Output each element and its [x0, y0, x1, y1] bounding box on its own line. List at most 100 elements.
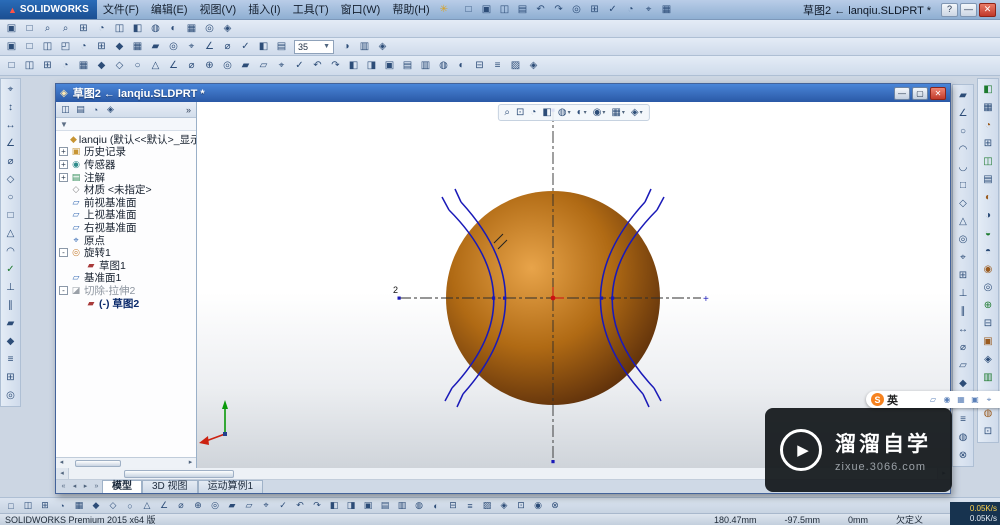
feature-tool-icon-10[interactable]: ⌀: [183, 58, 200, 73]
expander-icon[interactable]: +: [59, 159, 68, 169]
sketch-tool-icon-1[interactable]: □: [21, 39, 38, 54]
tab-last-icon[interactable]: »: [91, 481, 102, 493]
view-tool-icon-3[interactable]: ⌕: [57, 21, 74, 36]
main-window-close-button[interactable]: ✕: [979, 2, 996, 17]
sketch-tool-icon-3[interactable]: ◰: [57, 39, 74, 54]
sketch-strip-icon-5[interactable]: □: [954, 178, 972, 193]
menu-item-2[interactable]: 视图(V): [194, 0, 243, 19]
sketch-strip-icon-4[interactable]: ◡: [954, 160, 972, 175]
quick-access-icon-0[interactable]: □: [460, 2, 477, 17]
panel-tab-icon-0[interactable]: ◫: [58, 103, 73, 116]
sketch-strip-icon-16[interactable]: ◆: [954, 376, 972, 391]
snap-tool-icon-28[interactable]: ▨: [479, 499, 495, 512]
right-tool-icon-19[interactable]: ⊡: [979, 424, 997, 439]
feature-tool-icon-0[interactable]: □: [3, 58, 20, 73]
feature-tool-icon-1[interactable]: ◫: [21, 58, 38, 73]
feature-tool-icon-11[interactable]: ⊕: [201, 58, 218, 73]
feature-tool-icon-28[interactable]: ▨: [507, 58, 524, 73]
main-window-btn-0-button[interactable]: ?: [941, 2, 958, 17]
feature-tool-icon-24[interactable]: ◍: [435, 58, 452, 73]
view-tool-icon-0[interactable]: ▣: [3, 21, 20, 36]
sketch-strip-icon-9[interactable]: ⌖: [954, 250, 972, 265]
expander-icon[interactable]: +: [59, 172, 68, 182]
menu-item-5[interactable]: 窗口(W): [335, 0, 387, 19]
sketch-strip-icon-3[interactable]: ◠: [954, 142, 972, 157]
expander-icon[interactable]: -: [59, 248, 68, 258]
snap-tool-icon-14[interactable]: ▱: [241, 499, 257, 512]
snap-tool-icon-4[interactable]: ▦: [71, 499, 87, 512]
snap-tool-icon-9[interactable]: ∠: [156, 499, 172, 512]
snap-tool-icon-0[interactable]: □: [3, 499, 19, 512]
sketch-tool-icon-14[interactable]: ◧: [255, 39, 272, 54]
feature-tool-icon-18[interactable]: ↷: [327, 58, 344, 73]
snap-tool-icon-26[interactable]: ⊟: [445, 499, 461, 512]
ime-tool-icon-0[interactable]: ▱: [927, 394, 939, 406]
sketch-strip-icon-20[interactable]: ⊗: [954, 448, 972, 463]
ime-toolbar[interactable]: S 英 ▱ ◉ ▦ ▣ ⌖: [866, 391, 1000, 408]
sketch-tool-icon-6[interactable]: ◆: [111, 39, 128, 54]
snap-tool-icon-32[interactable]: ⊗: [547, 499, 563, 512]
right-tool-icon-12[interactable]: ⊕: [979, 298, 997, 313]
hud-button-1[interactable]: ⊡: [514, 107, 526, 118]
view-tool-icon-4[interactable]: ⊞: [75, 21, 92, 36]
scroll-left-icon[interactable]: ◂: [56, 468, 69, 479]
feature-tool-icon-16[interactable]: ✓: [291, 58, 308, 73]
ime-tool-icon-3[interactable]: ▣: [969, 394, 981, 406]
sogou-logo-icon[interactable]: S: [871, 393, 884, 406]
panel-tab-icon-1[interactable]: ▤: [73, 103, 88, 116]
panel-horizontal-scrollbar[interactable]: ◂ ▸: [56, 457, 196, 468]
snap-tool-icon-30[interactable]: ⊡: [513, 499, 529, 512]
left-tool-icon-13[interactable]: ▰: [2, 316, 20, 331]
view-tool-icon-8[interactable]: ◍: [147, 21, 164, 36]
right-tool-icon-14[interactable]: ▣: [979, 334, 997, 349]
right-tool-icon-16[interactable]: ▥: [979, 370, 997, 385]
sketch-strip-icon-6[interactable]: ◇: [954, 196, 972, 211]
expander-icon[interactable]: +: [59, 147, 68, 157]
sketch-tool-icon-12[interactable]: ⌀: [219, 39, 236, 54]
right-tool-icon-13[interactable]: ⊟: [979, 316, 997, 331]
snap-tool-icon-19[interactable]: ◧: [326, 499, 342, 512]
left-tool-icon-16[interactable]: ⊞: [2, 370, 20, 385]
feature-tool-icon-21[interactable]: ▣: [381, 58, 398, 73]
dimension-label[interactable]: 2: [393, 285, 398, 295]
doc-window-btn-0-button[interactable]: —: [894, 86, 910, 100]
right-tool-icon-15[interactable]: ◈: [979, 352, 997, 367]
doc-window-btn-1-button[interactable]: ▢: [912, 86, 928, 100]
tab-prev-icon[interactable]: ◂: [69, 481, 80, 493]
snap-tool-icon-13[interactable]: ▰: [224, 499, 240, 512]
sketch-origin-point[interactable]: [550, 295, 556, 301]
snap-tool-icon-12[interactable]: ◎: [207, 499, 223, 512]
hud-button-5[interactable]: ◐ ▾: [575, 107, 589, 118]
snap-tool-icon-22[interactable]: ▤: [377, 499, 393, 512]
tree-item-0[interactable]: ◆lanqiu (默认<<默认>_显示状: [56, 133, 196, 146]
quick-access-icon-10[interactable]: ⌖: [640, 2, 657, 17]
feature-tool-icon-2[interactable]: ⊞: [39, 58, 56, 73]
right-tool-icon-8[interactable]: ◒: [979, 226, 997, 241]
snap-tool-icon-27[interactable]: ≡: [462, 499, 478, 512]
snap-tool-icon-25[interactable]: ◐: [428, 499, 444, 512]
quick-access-icon-2[interactable]: ◫: [496, 2, 513, 17]
sketch-tool-icon-10[interactable]: ⌖: [183, 39, 200, 54]
snap-tool-icon-16[interactable]: ✓: [275, 499, 291, 512]
right-tool-icon-1[interactable]: ▦: [979, 100, 997, 115]
menu-item-6[interactable]: 帮助(H): [386, 0, 435, 19]
feature-tool-icon-4[interactable]: ▦: [75, 58, 92, 73]
quick-access-icon-6[interactable]: ◎: [568, 2, 585, 17]
view-tool-icon-11[interactable]: ◎: [201, 21, 218, 36]
left-tool-icon-17[interactable]: ◎: [2, 388, 20, 403]
left-tool-icon-6[interactable]: ○: [2, 190, 20, 205]
sketch-point[interactable]: [397, 296, 401, 300]
feature-tool-icon-6[interactable]: ◇: [111, 58, 128, 73]
feature-tool-icon-13[interactable]: ▰: [237, 58, 254, 73]
snap-tool-icon-15[interactable]: ⌖: [258, 499, 274, 512]
left-tool-icon-4[interactable]: ⌀: [2, 154, 20, 169]
scroll-right-icon[interactable]: ▸: [185, 458, 196, 468]
ime-tool-icon-2[interactable]: ▦: [955, 394, 967, 406]
left-tool-icon-8[interactable]: △: [2, 226, 20, 241]
sketch-point[interactable]: [503, 296, 507, 300]
scrollbar-thumb[interactable]: [124, 469, 234, 478]
scrollbar-thumb[interactable]: [75, 459, 121, 467]
sketch-tool-extra-icon-2[interactable]: ◈: [374, 39, 391, 54]
feature-tool-icon-9[interactable]: ∠: [165, 58, 182, 73]
feature-tool-icon-29[interactable]: ◈: [525, 58, 542, 73]
